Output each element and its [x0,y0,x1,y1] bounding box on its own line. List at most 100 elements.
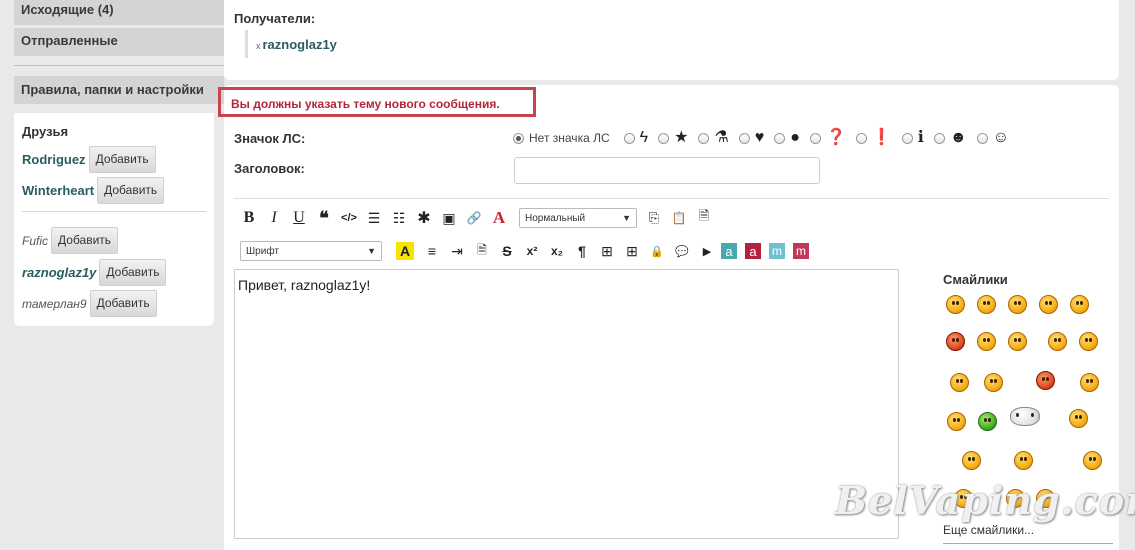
remove-recipient-icon[interactable]: x [256,41,261,51]
video-icon[interactable]: ▶ [696,240,718,262]
quote-icon[interactable]: ❝ [313,207,335,229]
paste-text-icon[interactable]: 🗎 [693,207,715,229]
numbered-list-icon[interactable]: ☷ [388,207,410,229]
highlight-button[interactable]: A [396,242,414,260]
badge-a-red-button[interactable]: a [745,243,761,259]
friend-name-link[interactable]: Rodriguez [22,152,86,167]
radio-button[interactable] [738,132,750,144]
bold-button[interactable]: B [238,207,260,229]
table-cell-icon[interactable]: ⊞ [621,240,643,262]
add-friend-button[interactable]: Добавить [51,227,119,254]
recipient-name[interactable]: raznoglaz1y [263,37,337,52]
smiley-icon[interactable] [1014,451,1033,470]
title-input[interactable] [514,157,820,184]
message-editor[interactable]: Привет, raznoglaz1y! [234,269,899,539]
font-color-button[interactable]: A [488,207,510,229]
add-friend-button[interactable]: Добавить [88,146,156,173]
contact-name-link[interactable]: raznoglaz1y [22,265,96,280]
radio-button[interactable] [809,132,821,144]
icon-option-exclamation[interactable]: ❗ [855,130,892,146]
contact-name-link[interactable]: тамерлан9 [22,297,87,311]
smiley-icon[interactable] [1010,407,1040,426]
add-friend-button[interactable]: Добавить [97,177,165,204]
radio-button[interactable] [658,132,670,144]
code-icon[interactable]: </> [338,207,360,229]
smiley-icon[interactable] [1080,373,1099,392]
table-icon[interactable]: ⊞ [596,240,618,262]
icon-option-heart[interactable]: ♥ [738,130,764,146]
add-friend-button[interactable]: Добавить [89,290,157,317]
message-text: Привет, raznoglaz1y! [238,277,371,293]
italic-button[interactable]: I [263,207,285,229]
folder-outbox[interactable]: Исходящие (4) [14,0,224,25]
radio-button[interactable] [901,132,913,144]
icon-option-smile[interactable]: ☺ [976,130,1009,146]
icon-option-star[interactable]: ★ [658,130,688,146]
icon-option-question[interactable]: ❓ [809,130,846,146]
font-family-select[interactable]: Шрифт ▼ [240,241,382,261]
underline-button[interactable]: U [288,207,310,229]
radio-button[interactable] [774,132,786,144]
smiley-icon[interactable] [1070,295,1089,314]
superscript-button[interactable]: x² [521,240,543,262]
paragraph-icon[interactable]: ¶ [571,240,593,262]
document-icon[interactable]: 🗎 [471,240,493,262]
indent-icon[interactable]: ⇥ [446,240,468,262]
comment-icon[interactable]: 💬 [671,240,693,262]
radio-button[interactable] [855,132,867,144]
asterisk-icon[interactable]: ✱ [413,207,435,229]
folder-sent[interactable]: Отправленные [14,28,224,56]
smiley-icon[interactable] [1048,332,1067,351]
recipient-chip: x raznoglaz1y [245,30,337,58]
radio-button[interactable] [698,132,710,144]
smiley-icon[interactable] [946,332,965,351]
smiley-icon[interactable] [1008,295,1027,314]
recipients-panel: Получатели: x raznoglaz1y [224,0,1119,80]
radio-button[interactable] [976,132,988,144]
watermark-logo: BelVaping.com [835,478,1135,523]
smiley-icon[interactable] [947,412,966,431]
smiley-icon[interactable] [977,332,996,351]
strikethrough-button[interactable]: S [496,240,518,262]
error-message-box: Вы должны указать тему нового сообщения. [218,87,536,117]
friend-name-link[interactable]: Winterheart [22,183,94,198]
copy-icon[interactable]: ⎘ [643,207,665,229]
smiley-icon[interactable] [1039,295,1058,314]
more-smilies-link[interactable]: Еще смайлики... [943,523,1034,537]
icon-option-flask[interactable]: ⚗ [698,130,729,146]
icon-option-grin[interactable]: ☻ [933,130,967,146]
smiley-icon[interactable] [1036,371,1055,390]
subscript-button[interactable]: x₂ [546,240,568,262]
align-center-icon[interactable]: ≡ [421,240,443,262]
link-icon[interactable]: 🔗 [463,207,485,229]
add-friend-button[interactable]: Добавить [99,259,167,286]
radio-button[interactable] [513,132,524,144]
radio-button[interactable] [623,132,635,144]
smiley-icon[interactable] [1069,409,1088,428]
badge-m-teal-button[interactable]: m [769,243,785,259]
badge-m-red-button[interactable]: m [793,243,809,259]
smiley-icon[interactable] [1083,451,1102,470]
smiley-icon[interactable] [950,373,969,392]
smiley-icon[interactable] [978,412,997,431]
bullet-list-icon[interactable]: ☰ [363,207,385,229]
icon-option-none[interactable]: Нет значка ЛС [513,131,614,145]
smiley-icon[interactable] [962,451,981,470]
smiley-icon[interactable] [1079,332,1098,351]
image-icon[interactable]: ▣ [438,207,460,229]
icon-option-bolt[interactable]: ϟ [623,130,648,146]
paste-icon[interactable]: 📋 [668,207,690,229]
icon-option-speech[interactable]: ● [774,130,800,146]
message-icon-options: Нет значка ЛС ϟ ★ ⚗ ♥ ● ❓ ❗ ℹ ☻ ☺ [513,130,1019,146]
smiley-icon[interactable] [984,373,1003,392]
radio-button[interactable] [933,132,945,144]
badge-a-teal-button[interactable]: a [721,243,737,259]
smiley-icon[interactable] [946,295,965,314]
contact-name-link[interactable]: Fufic [22,234,48,248]
rules-folders-settings-link[interactable]: Правила, папки и настройки [14,76,224,104]
lock-icon[interactable]: 🔒 [646,240,668,262]
font-size-select[interactable]: Нормальный ▼ [519,208,637,228]
smiley-icon[interactable] [977,295,996,314]
smiley-icon[interactable] [1008,332,1027,351]
icon-option-info[interactable]: ℹ [901,130,924,146]
